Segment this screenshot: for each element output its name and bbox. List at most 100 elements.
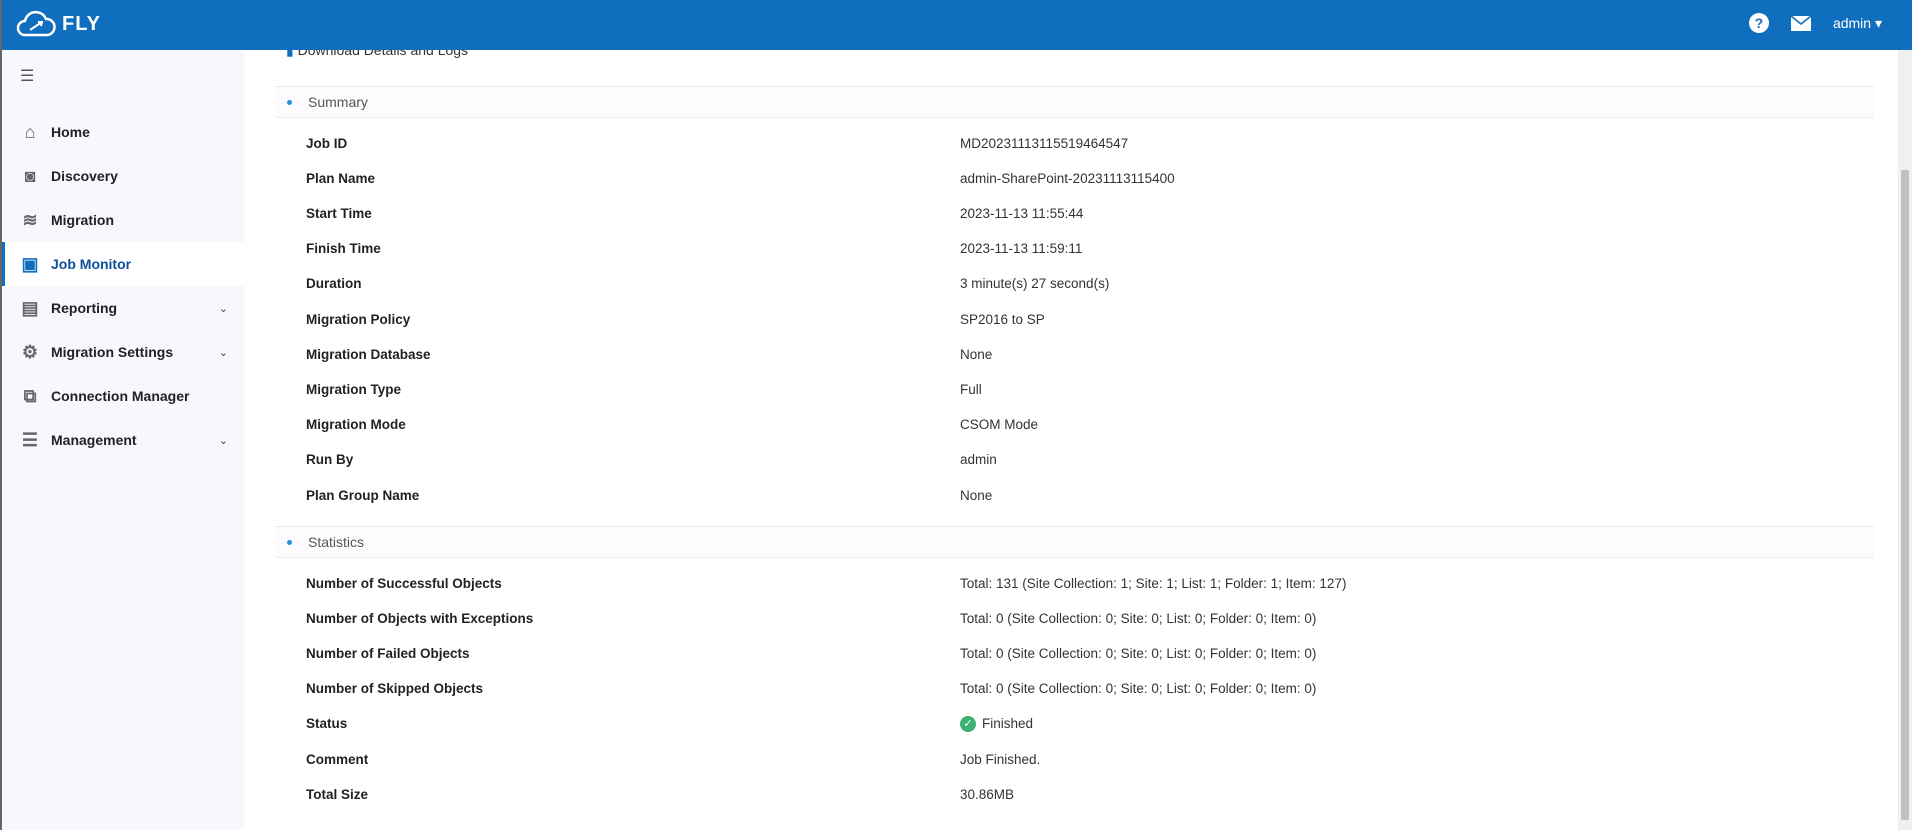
brand-name: FLY [62, 12, 101, 35]
detail-label: Number of Failed Objects [306, 645, 470, 661]
detail-value: None [960, 487, 993, 503]
detail-value: 2023-11-13 11:59:11 [960, 241, 1083, 257]
summary-section-header: Summary [275, 86, 1874, 118]
detail-value: admin [960, 452, 997, 468]
detail-label: Job ID [306, 135, 348, 151]
detail-value-wrap: admin [960, 452, 997, 467]
detail-row: Comment Job Finished. [306, 749, 1806, 769]
connection-icon: ⧉ [23, 385, 37, 406]
detail-label: Number of Skipped Objects [306, 681, 484, 697]
detail-row: Number of Skipped Objects Total: 0 (Site … [306, 679, 1806, 699]
chevron-down-icon[interactable]: ⌄ [219, 346, 228, 359]
detail-value: 30.86MB [960, 786, 1015, 802]
migration-icon: ≋ [22, 209, 38, 230]
fly-logo[interactable]: FLY [16, 10, 101, 38]
detail-row: Plan Group Name None [306, 485, 1806, 505]
detail-label: Migration Database [306, 346, 431, 362]
summary-title: Summary [308, 94, 368, 110]
detail-row: Duration 3 minute(s) 27 second(s) [306, 274, 1806, 294]
detail-label: Number of Successful Objects [306, 575, 502, 591]
detail-row: Run By admin [306, 450, 1806, 470]
check-circle-icon: ✓ [960, 715, 976, 732]
detail-value: Total: 0 (Site Collection: 0; Site: 0; L… [960, 610, 1317, 626]
sidebar-item-label: Management [51, 432, 137, 448]
detail-value: 3 minute(s) 27 second(s) [960, 276, 1110, 292]
sidebar-item-home[interactable]: ⌂ Home [2, 110, 244, 154]
sidebar-item-label: Reporting [51, 300, 118, 316]
sidebar-item-connection-manager[interactable]: ⧉ Connection Manager [2, 374, 244, 418]
detail-value: 2023-11-13 11:55:44 [960, 205, 1084, 221]
detail-value: MD20231113115519464547 [960, 135, 1129, 151]
sidebar-item-job-monitor[interactable]: ▣ Job Monitor [2, 242, 244, 286]
detail-value-wrap: 30.86MB [960, 787, 1014, 802]
statistics-section-header: Statistics [275, 526, 1874, 558]
detail-value-wrap: admin-SharePoint-20231113115400 [960, 171, 1175, 186]
detail-value: None [960, 346, 993, 362]
download-details-label: Download Details and Logs [297, 50, 469, 58]
detail-value-wrap: 2023-11-13 11:55:44 [960, 206, 1083, 221]
download-details-link[interactable]: ▮ Download Details and Logs [286, 50, 468, 59]
detail-row: Migration Mode CSOM Mode [306, 415, 1806, 435]
sidebar-item-label: Home [51, 124, 90, 140]
sidebar: ☰ ⌂ Home ◙ Discovery ≋ Migration ▣ Job Monitor ▤… [2, 50, 244, 830]
sidebar-item-reporting[interactable]: ▤ Reporting ⌄ [2, 286, 244, 330]
detail-row: Plan Name admin-SharePoint-20231113115400 [306, 168, 1806, 188]
detail-label: Plan Group Name [306, 487, 420, 503]
settings-icon: ⚙ [21, 341, 39, 362]
cloud-plane-icon [16, 10, 56, 37]
sidebar-item-label: Discovery [51, 168, 118, 184]
sidebar-item-label: Connection Manager [51, 388, 190, 404]
detail-value-wrap: 2023-11-13 11:59:11 [960, 241, 1082, 256]
detail-value-wrap: Total: 0 (Site Collection: 0; Site: 0; L… [960, 681, 1316, 696]
detail-value-wrap: Job Finished. [960, 752, 1040, 767]
sidebar-item-management[interactable]: ☰ Management ⌄ [2, 418, 244, 462]
detail-row: Status ✓ Finished [306, 714, 1806, 734]
sidebar-item-migration-settings[interactable]: ⚙ Migration Settings ⌄ [2, 330, 244, 374]
sidebar-item-migration[interactable]: ≋ Migration [2, 198, 244, 242]
detail-value: admin-SharePoint-20231113115400 [960, 170, 1175, 186]
detail-value-wrap: ✓ Finished [960, 715, 1034, 732]
detail-label: Run By [306, 452, 354, 468]
detail-value: Job Finished. [960, 751, 1041, 767]
user-name: admin [1832, 14, 1872, 31]
detail-value: Total: 131 (Site Collection: 1; Site: 1;… [960, 575, 1347, 591]
detail-row: Total Size 30.86MB [306, 784, 1806, 804]
detail-value: Finished [982, 716, 1034, 732]
detail-value-wrap: Total: 0 (Site Collection: 0; Site: 0; L… [960, 611, 1316, 626]
chevron-down-icon[interactable]: ⌄ [219, 434, 228, 447]
top-bar: FLY ? admin ▾ [2, 0, 1912, 50]
detail-value: Full [960, 381, 982, 397]
detail-value-wrap: MD20231113115519464547 [960, 136, 1128, 151]
help-icon[interactable]: ? [1748, 13, 1769, 33]
detail-label: Total Size [306, 786, 369, 802]
detail-row: Migration Policy SP2016 to SP [306, 309, 1806, 329]
sliders-icon: ☰ [21, 429, 39, 450]
hamburger-menu-icon[interactable]: ☰ [20, 66, 34, 86]
detail-label: Status [306, 716, 348, 732]
detail-row: Number of Failed Objects Total: 0 (Site C… [306, 643, 1806, 663]
detail-value-wrap: None [960, 488, 992, 503]
detail-row: Finish Time 2023-11-13 11:59:11 [306, 239, 1806, 259]
sidebar-item-label: Job Monitor [51, 256, 132, 272]
user-menu[interactable]: admin ▾ [1833, 15, 1882, 32]
detail-label: Start Time [306, 205, 372, 221]
detail-label: Migration Mode [306, 417, 406, 433]
detail-label: Finish Time [306, 241, 381, 257]
discovery-icon: ◙ [24, 165, 36, 186]
detail-row: Number of Successful Objects Total: 131 (… [306, 573, 1806, 593]
mail-icon[interactable] [1790, 15, 1811, 31]
vertical-scrollbar[interactable] [1898, 50, 1912, 830]
detail-value-wrap: Total: 0 (Site Collection: 0; Site: 0; L… [960, 646, 1316, 661]
bullet-icon [287, 99, 292, 105]
job-details: ▮ Download Details and Logs Summary Job … [244, 50, 1900, 830]
monitor-icon: ▣ [21, 253, 39, 274]
sidebar-item-discovery[interactable]: ◙ Discovery [2, 154, 244, 198]
detail-row: Job ID MD20231113115519464547 [306, 133, 1806, 153]
detail-row: Migration Database None [306, 344, 1806, 364]
detail-value-wrap: None [960, 347, 992, 362]
detail-row: Start Time 2023-11-13 11:55:44 [306, 203, 1806, 223]
detail-value: SP2016 to SP [960, 311, 1045, 327]
scrollbar-thumb[interactable] [1901, 170, 1909, 820]
detail-value-wrap: 3 minute(s) 27 second(s) [960, 276, 1109, 291]
chevron-down-icon[interactable]: ⌄ [219, 302, 228, 315]
